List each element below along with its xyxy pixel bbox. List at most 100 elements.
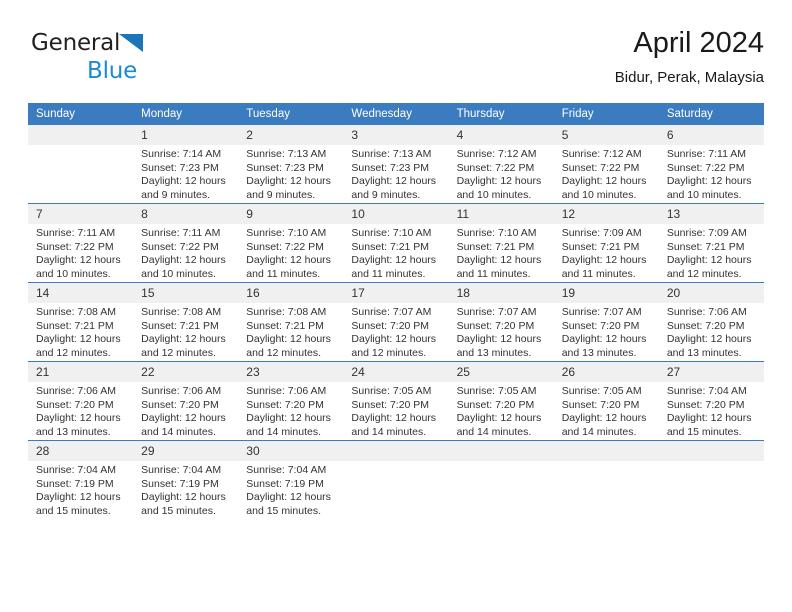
sunset-text: Sunset: 7:20 PM — [666, 319, 745, 332]
calendar-day-cell[interactable]: 30 Sunrise: 7:04 AM Sunset: 7:19 PM Dayligh… — [238, 441, 344, 520]
calendar-day-cell[interactable]: 12 Sunrise: 7:09 AM Sunset: 7:21 PM Dayligh… — [553, 203, 659, 283]
calendar-week-row: 21 Sunrise: 7:06 AM Sunset: 7:20 PM Dayligh… — [28, 361, 764, 441]
calendar-day-cell[interactable]: 26 Sunrise: 7:05 AM Sunset: 7:20 PM Dayligh… — [553, 361, 659, 441]
sunset-text: Sunset: 7:21 PM — [351, 240, 430, 253]
logo-text-blue: Blue — [87, 58, 138, 84]
day-number: 21 — [28, 362, 134, 382]
calendar-day-cell[interactable]: 23 Sunrise: 7:06 AM Sunset: 7:20 PM Dayligh… — [238, 361, 344, 441]
day-details: Sunrise: 7:04 AM Sunset: 7:20 PM Daylight:… — [659, 382, 764, 440]
day-details: Sunrise: 7:14 AM Sunset: 7:23 PM Daylight:… — [133, 145, 238, 203]
sunrise-text: Sunrise: 7:05 AM — [456, 385, 537, 397]
sunset-text: Sunset: 7:22 PM — [561, 161, 640, 174]
daylight-text-line1: Daylight: 12 hours — [666, 254, 752, 267]
day-details: Sunrise: 7:07 AM Sunset: 7:20 PM Daylight:… — [449, 303, 554, 361]
calendar-header-row: Sunday Monday Tuesday Wednesday Thursday… — [28, 103, 764, 125]
daylight-text-line1: Daylight: 12 hours — [456, 412, 542, 425]
page-subtitle-location: Bidur, Perak, Malaysia — [614, 69, 764, 86]
daylight-text-line1: Daylight: 12 hours — [36, 491, 121, 504]
sunrise-text: Sunrise: 7:14 AM — [141, 148, 222, 160]
day-number: 29 — [133, 441, 239, 461]
sunset-text: Sunset: 7:20 PM — [351, 398, 430, 411]
calendar-page: General Blue April 2024 Bidur, Perak, Ma… — [0, 0, 792, 612]
sunset-text: Sunset: 7:20 PM — [561, 319, 640, 332]
calendar-day-cell[interactable]: 2 Sunrise: 7:13 AM Sunset: 7:23 PM Daylight… — [238, 125, 344, 204]
day-details: Sunrise: 7:06 AM Sunset: 7:20 PM Daylight:… — [133, 382, 238, 440]
sunset-text: Sunset: 7:22 PM — [141, 240, 219, 253]
daylight-text-line2: and 12 minutes. — [141, 347, 216, 360]
daylight-text-line1: Daylight: 12 hours — [561, 175, 647, 188]
sunrise-text: Sunrise: 7:09 AM — [666, 227, 747, 239]
day-number: 14 — [28, 283, 134, 303]
calendar-week-row: 14 Sunrise: 7:08 AM Sunset: 7:21 PM Dayligh… — [28, 282, 764, 362]
daylight-text-line1: Daylight: 12 hours — [561, 412, 647, 425]
day-details: Sunrise: 7:11 AM Sunset: 7:22 PM Daylight:… — [659, 145, 764, 203]
day-number: 22 — [133, 362, 239, 382]
calendar-day-cell-empty — [658, 441, 764, 520]
calendar-day-cell[interactable]: 15 Sunrise: 7:08 AM Sunset: 7:21 PM Dayligh… — [133, 282, 239, 362]
weekday-header-tuesday: Tuesday — [238, 103, 344, 125]
daylight-text-line2: and 13 minutes. — [561, 347, 637, 360]
day-number: 8 — [133, 204, 239, 224]
day-details: Sunrise: 7:11 AM Sunset: 7:22 PM Daylight:… — [133, 224, 238, 282]
daylight-text-line2: and 13 minutes. — [456, 347, 532, 360]
calendar-day-cell[interactable]: 14 Sunrise: 7:08 AM Sunset: 7:21 PM Dayligh… — [28, 282, 134, 362]
weekday-header-thursday: Thursday — [448, 103, 554, 125]
day-details: Sunrise: 7:09 AM Sunset: 7:21 PM Daylight:… — [554, 224, 659, 282]
daylight-text-line1: Daylight: 12 hours — [141, 175, 226, 188]
calendar-day-cell[interactable]: 22 Sunrise: 7:06 AM Sunset: 7:20 PM Dayligh… — [133, 361, 239, 441]
calendar-day-cell[interactable]: 16 Sunrise: 7:08 AM Sunset: 7:21 PM Dayligh… — [238, 282, 344, 362]
calendar-day-cell[interactable]: 18 Sunrise: 7:07 AM Sunset: 7:20 PM Dayligh… — [448, 282, 554, 362]
daylight-text-line2: and 13 minutes. — [36, 426, 111, 439]
calendar-day-cell[interactable]: 19 Sunrise: 7:07 AM Sunset: 7:20 PM Dayligh… — [553, 282, 659, 362]
day-details — [343, 461, 448, 464]
page-header: General Blue April 2024 Bidur, Perak, Ma… — [28, 26, 764, 94]
sunset-text: Sunset: 7:22 PM — [666, 161, 745, 174]
daylight-text-line1: Daylight: 12 hours — [456, 175, 542, 188]
sunrise-text: Sunrise: 7:09 AM — [561, 227, 642, 239]
day-number: 25 — [448, 362, 554, 382]
daylight-text-line2: and 14 minutes. — [456, 426, 532, 439]
calendar-day-cell[interactable]: 29 Sunrise: 7:04 AM Sunset: 7:19 PM Dayligh… — [133, 441, 239, 520]
calendar-day-cell[interactable]: 3 Sunrise: 7:13 AM Sunset: 7:23 PM Daylight… — [343, 125, 449, 204]
daylight-text-line1: Daylight: 12 hours — [36, 254, 121, 267]
day-number: 5 — [553, 125, 659, 145]
sunset-text: Sunset: 7:21 PM — [666, 240, 745, 253]
daylight-text-line2: and 10 minutes. — [561, 189, 637, 202]
calendar-day-cell[interactable]: 28 Sunrise: 7:04 AM Sunset: 7:19 PM Dayligh… — [28, 441, 134, 520]
calendar-day-cell[interactable]: 21 Sunrise: 7:06 AM Sunset: 7:20 PM Dayligh… — [28, 361, 134, 441]
calendar-table: Sunday Monday Tuesday Wednesday Thursday… — [28, 103, 764, 519]
day-details: Sunrise: 7:06 AM Sunset: 7:20 PM Daylight:… — [659, 303, 764, 361]
logo-bottom-row: Blue — [31, 60, 211, 83]
daylight-text-line1: Daylight: 12 hours — [141, 412, 226, 425]
general-blue-logo[interactable]: General Blue — [31, 32, 211, 88]
calendar-day-cell[interactable]: 4 Sunrise: 7:12 AM Sunset: 7:22 PM Daylight… — [448, 125, 554, 204]
calendar-day-cell[interactable]: 7 Sunrise: 7:11 AM Sunset: 7:22 PM Daylight… — [28, 203, 134, 283]
calendar-day-cell[interactable]: 9 Sunrise: 7:10 AM Sunset: 7:22 PM Daylight… — [238, 203, 344, 283]
day-number: 1 — [133, 125, 239, 145]
calendar-day-cell[interactable]: 13 Sunrise: 7:09 AM Sunset: 7:21 PM Dayligh… — [658, 203, 764, 283]
daylight-text-line1: Daylight: 12 hours — [246, 175, 331, 188]
day-number: 4 — [448, 125, 554, 145]
calendar-day-cell[interactable]: 5 Sunrise: 7:12 AM Sunset: 7:22 PM Daylight… — [553, 125, 659, 204]
daylight-text-line2: and 12 minutes. — [351, 347, 427, 360]
calendar-day-cell[interactable]: 17 Sunrise: 7:07 AM Sunset: 7:20 PM Dayligh… — [343, 282, 449, 362]
calendar-day-cell[interactable]: 8 Sunrise: 7:11 AM Sunset: 7:22 PM Daylight… — [133, 203, 239, 283]
calendar-day-cell[interactable]: 27 Sunrise: 7:04 AM Sunset: 7:20 PM Dayligh… — [658, 361, 764, 441]
day-details: Sunrise: 7:04 AM Sunset: 7:19 PM Daylight:… — [133, 461, 238, 519]
daylight-text-line2: and 15 minutes. — [36, 505, 111, 518]
daylight-text-line2: and 11 minutes. — [246, 268, 321, 281]
calendar-day-cell[interactable]: 10 Sunrise: 7:10 AM Sunset: 7:21 PM Dayligh… — [343, 203, 449, 283]
title-block: April 2024 Bidur, Perak, Malaysia — [615, 26, 764, 88]
daylight-text-line2: and 10 minutes. — [456, 189, 532, 202]
sunset-text: Sunset: 7:23 PM — [246, 161, 324, 174]
calendar-day-cell[interactable]: 20 Sunrise: 7:06 AM Sunset: 7:20 PM Dayligh… — [658, 282, 764, 362]
calendar-day-cell[interactable]: 6 Sunrise: 7:11 AM Sunset: 7:22 PM Daylight… — [658, 125, 764, 204]
calendar-day-cell[interactable]: 1 Sunrise: 7:14 AM Sunset: 7:23 PM Daylight… — [133, 125, 239, 204]
daylight-text-line1: Daylight: 12 hours — [246, 412, 331, 425]
calendar-day-cell[interactable]: 11 Sunrise: 7:10 AM Sunset: 7:21 PM Dayligh… — [448, 203, 554, 283]
calendar-day-cell[interactable]: 24 Sunrise: 7:05 AM Sunset: 7:20 PM Dayligh… — [343, 361, 449, 441]
daylight-text-line2: and 12 minutes. — [36, 347, 111, 360]
sunrise-text: Sunrise: 7:11 AM — [666, 148, 747, 160]
calendar-day-cell[interactable]: 25 Sunrise: 7:05 AM Sunset: 7:20 PM Dayligh… — [448, 361, 554, 441]
weekday-header-wednesday: Wednesday — [343, 103, 449, 125]
